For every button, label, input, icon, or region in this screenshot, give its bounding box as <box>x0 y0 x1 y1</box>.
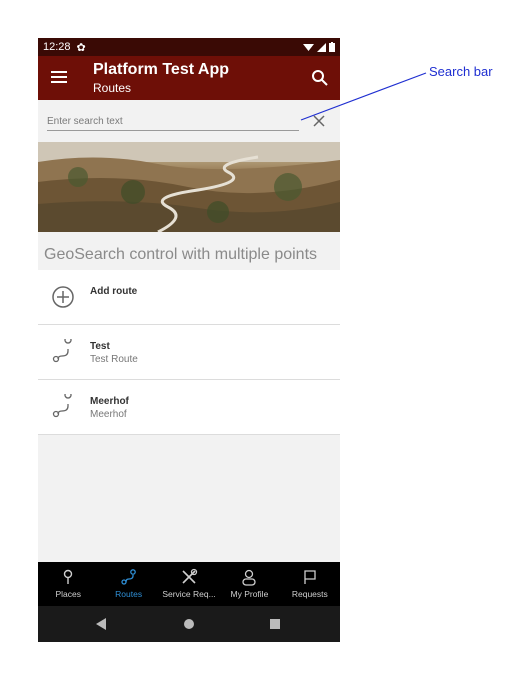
back-icon[interactable] <box>96 618 106 630</box>
section-title: GeoSearch control with multiple points <box>44 246 318 263</box>
nav-label: My Profile <box>230 589 269 599</box>
list-item[interactable]: Test Test Route <box>38 325 340 380</box>
banner-image <box>38 142 340 232</box>
person-icon <box>242 569 257 586</box>
route-list: Add route Test Test Route Meerhof Meerho… <box>38 270 340 435</box>
status-time: 12:28 <box>43 41 71 53</box>
close-icon[interactable] <box>312 114 326 128</box>
route-icon <box>120 569 136 585</box>
list-item-subtitle: Meerhof <box>90 409 127 420</box>
search-icon[interactable] <box>310 68 330 88</box>
tools-icon <box>182 568 198 584</box>
search-input[interactable] <box>47 114 299 131</box>
place-pin-icon <box>64 569 73 584</box>
nav-label: Requests <box>291 589 328 599</box>
add-route-item[interactable]: Add route <box>38 270 340 325</box>
recents-icon[interactable] <box>270 619 280 629</box>
wifi-icon <box>303 43 314 51</box>
nav-requests[interactable]: Requests <box>280 562 340 606</box>
signal-icon <box>317 42 326 52</box>
nav-places[interactable]: Places <box>38 562 98 606</box>
list-item-title: Test <box>90 341 110 352</box>
list-item[interactable]: Meerhof Meerhof <box>38 380 340 435</box>
list-item-title: Add route <box>90 286 138 297</box>
app-subtitle: Routes <box>93 81 132 95</box>
app-bar: Platform Test App Routes <box>38 56 340 100</box>
search-bar <box>38 100 340 142</box>
flag-icon <box>304 570 316 584</box>
annotation-label: Search bar <box>429 64 493 79</box>
home-icon[interactable] <box>184 619 194 629</box>
nav-label: Routes <box>115 589 143 599</box>
road-landscape-image <box>38 142 340 232</box>
menu-icon[interactable] <box>51 71 67 84</box>
add-circle-icon <box>52 286 74 308</box>
nav-routes[interactable]: Routes <box>98 562 158 606</box>
list-item-subtitle: Test Route <box>90 354 138 365</box>
phone-screen: 12:28 ✿ Platform Test App Routes Enter s… <box>38 38 340 642</box>
route-icon <box>52 394 72 418</box>
app-title: Platform Test App <box>93 61 230 78</box>
system-navigation-bar <box>38 606 340 642</box>
status-icons <box>303 42 335 52</box>
nav-label: Places <box>55 589 81 599</box>
status-bar: 12:28 ✿ <box>38 38 340 56</box>
list-item-title: Meerhof <box>90 396 129 407</box>
battery-icon <box>329 42 335 52</box>
route-icon <box>52 339 72 363</box>
nav-label: Service Req... <box>162 589 216 599</box>
settings-gear-icon: ✿ <box>76 41 86 54</box>
bottom-navigation: Places Routes Service Req... My Profile … <box>38 562 340 606</box>
nav-my-profile[interactable]: My Profile <box>219 562 279 606</box>
nav-service-requests[interactable]: Service Req... <box>159 562 219 606</box>
